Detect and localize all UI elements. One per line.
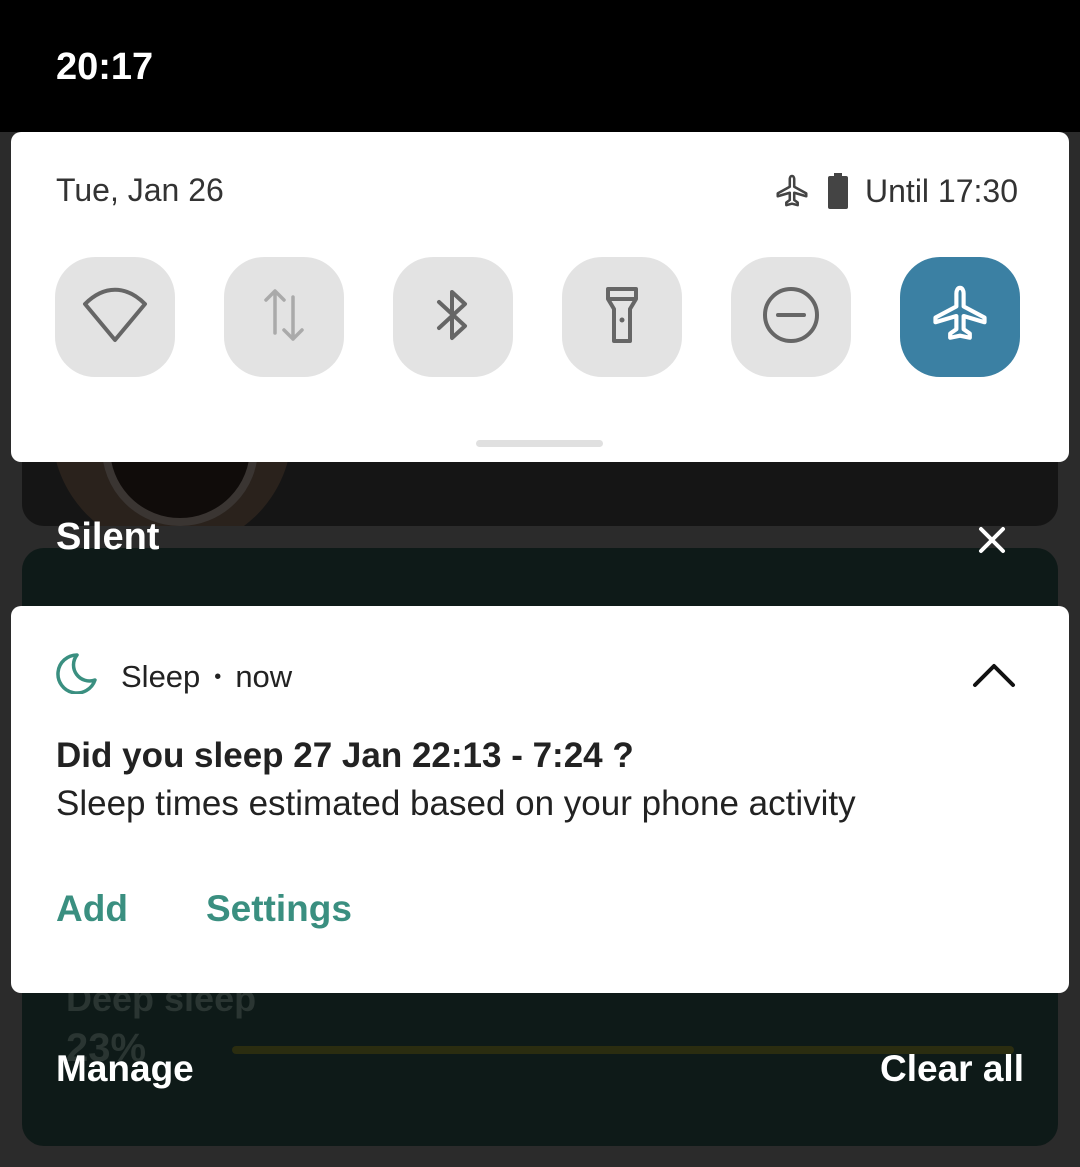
- notification-time: now: [235, 659, 293, 694]
- status-bar: 20:17: [0, 0, 1080, 132]
- airplane-status-icon: [773, 172, 811, 210]
- quick-settings-panel: Tue, Jan 26 Until 17:30: [11, 132, 1069, 462]
- sleep-notification[interactable]: Sleep • now Did you sleep 27 Jan 22:13 -…: [11, 606, 1069, 993]
- tile-wifi[interactable]: [55, 257, 175, 377]
- bluetooth-icon: [433, 285, 473, 350]
- manage-button[interactable]: Manage: [56, 1048, 194, 1090]
- tile-airplane-mode[interactable]: [900, 257, 1020, 377]
- battery-icon: [827, 173, 849, 209]
- notification-actions: Add Settings: [56, 888, 352, 930]
- quick-settings-tiles: [55, 257, 1020, 377]
- airplane-mode-icon: [929, 284, 991, 351]
- qs-drag-handle[interactable]: [476, 440, 603, 447]
- wifi-icon: [82, 287, 148, 348]
- add-button[interactable]: Add: [56, 888, 128, 930]
- tile-bluetooth[interactable]: [393, 257, 513, 377]
- notification-title: Did you sleep 27 Jan 22:13 - 7:24 ?: [56, 736, 634, 775]
- battery-until-text: Until 17:30: [865, 172, 1018, 209]
- do-not-disturb-icon: [761, 285, 821, 350]
- notification-app-name: Sleep: [121, 659, 201, 694]
- section-title-silent: Silent: [56, 516, 160, 558]
- notification-text: Sleep times estimated based on your phon…: [56, 784, 856, 823]
- chevron-up-icon[interactable]: [971, 660, 1017, 690]
- settings-button[interactable]: Settings: [206, 888, 352, 930]
- flashlight-icon: [604, 285, 640, 350]
- moon-icon: [55, 652, 97, 702]
- tile-do-not-disturb[interactable]: [731, 257, 851, 377]
- status-bar-clock: 20:17: [56, 46, 154, 88]
- clear-all-button[interactable]: Clear all: [880, 1048, 1024, 1090]
- tile-mobile-data[interactable]: [224, 257, 344, 377]
- notification-header: Sleep • now: [55, 652, 292, 702]
- qs-date: Tue, Jan 26: [56, 172, 224, 208]
- separator-dot: •: [214, 665, 222, 688]
- close-icon[interactable]: [972, 520, 1012, 560]
- mobile-data-icon: [261, 285, 307, 350]
- qs-status-info: Until 17:30: [773, 172, 1018, 210]
- tile-flashlight[interactable]: [562, 257, 682, 377]
